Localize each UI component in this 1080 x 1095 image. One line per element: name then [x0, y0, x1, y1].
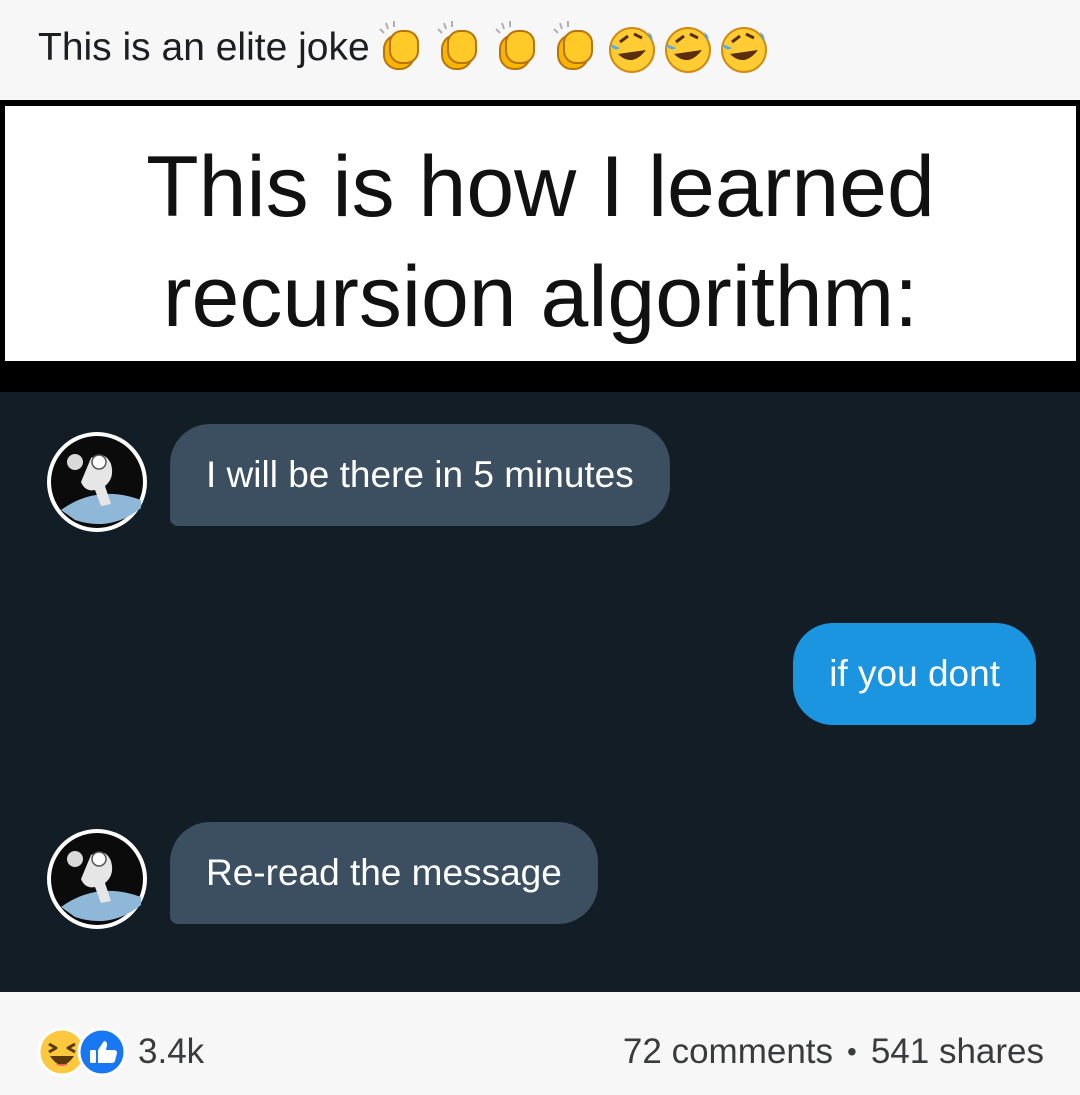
- message-bubble-outgoing[interactable]: if you dont: [793, 623, 1036, 725]
- message-text: if you dont: [829, 653, 1000, 694]
- clapping-hands-icon: [436, 21, 477, 70]
- rolling-laughing-icon: [720, 27, 767, 73]
- shares-count-link[interactable]: 541 shares: [871, 1032, 1044, 1072]
- reactions-summary[interactable]: 3.4k: [36, 1026, 204, 1078]
- post: This is an elite joke This is how I lear…: [0, 0, 1080, 1095]
- meme-title-line-1: This is how I learned: [146, 139, 935, 235]
- meme-image[interactable]: This is how I learned recursion algorith…: [0, 100, 1080, 992]
- meme-title-box: This is how I learned recursion algorith…: [5, 106, 1076, 361]
- comments-count-link[interactable]: 72 comments: [623, 1032, 833, 1072]
- astronaut-avatar: [47, 829, 147, 929]
- message-bubble-incoming[interactable]: I will be there in 5 minutes: [170, 424, 670, 526]
- caption-text: This is an elite joke: [38, 26, 370, 69]
- post-footer: 3.4k 72 comments • 541 shares: [0, 992, 1080, 1095]
- post-stats: 72 comments • 541 shares: [623, 1032, 1044, 1072]
- reaction-count: 3.4k: [138, 1032, 205, 1071]
- meme-title: This is how I learned recursion algorith…: [5, 132, 1076, 352]
- astronaut-avatar-icon: [51, 436, 143, 528]
- message-text: I will be there in 5 minutes: [206, 454, 634, 495]
- like-reaction-icon: [77, 1027, 127, 1077]
- stats-separator: •: [847, 1036, 857, 1067]
- rolling-laughing-icon: [664, 27, 711, 73]
- chat-screenshot: I will be there in 5 minutes if you dont…: [0, 392, 1080, 992]
- message-bubble-incoming[interactable]: Re-read the message: [170, 822, 598, 924]
- clapping-hands-icon: [552, 21, 593, 70]
- clapping-hands-icon: [378, 21, 419, 70]
- caption-emojis: [372, 19, 772, 77]
- rolling-laughing-icon: [608, 27, 655, 73]
- meme-title-line-2: recursion algorithm:: [162, 249, 919, 345]
- message-text: Re-read the message: [206, 852, 562, 893]
- post-caption: This is an elite joke: [38, 19, 772, 77]
- astronaut-avatar-icon: [51, 833, 143, 925]
- astronaut-avatar: [47, 432, 147, 532]
- clapping-hands-icon: [494, 21, 535, 70]
